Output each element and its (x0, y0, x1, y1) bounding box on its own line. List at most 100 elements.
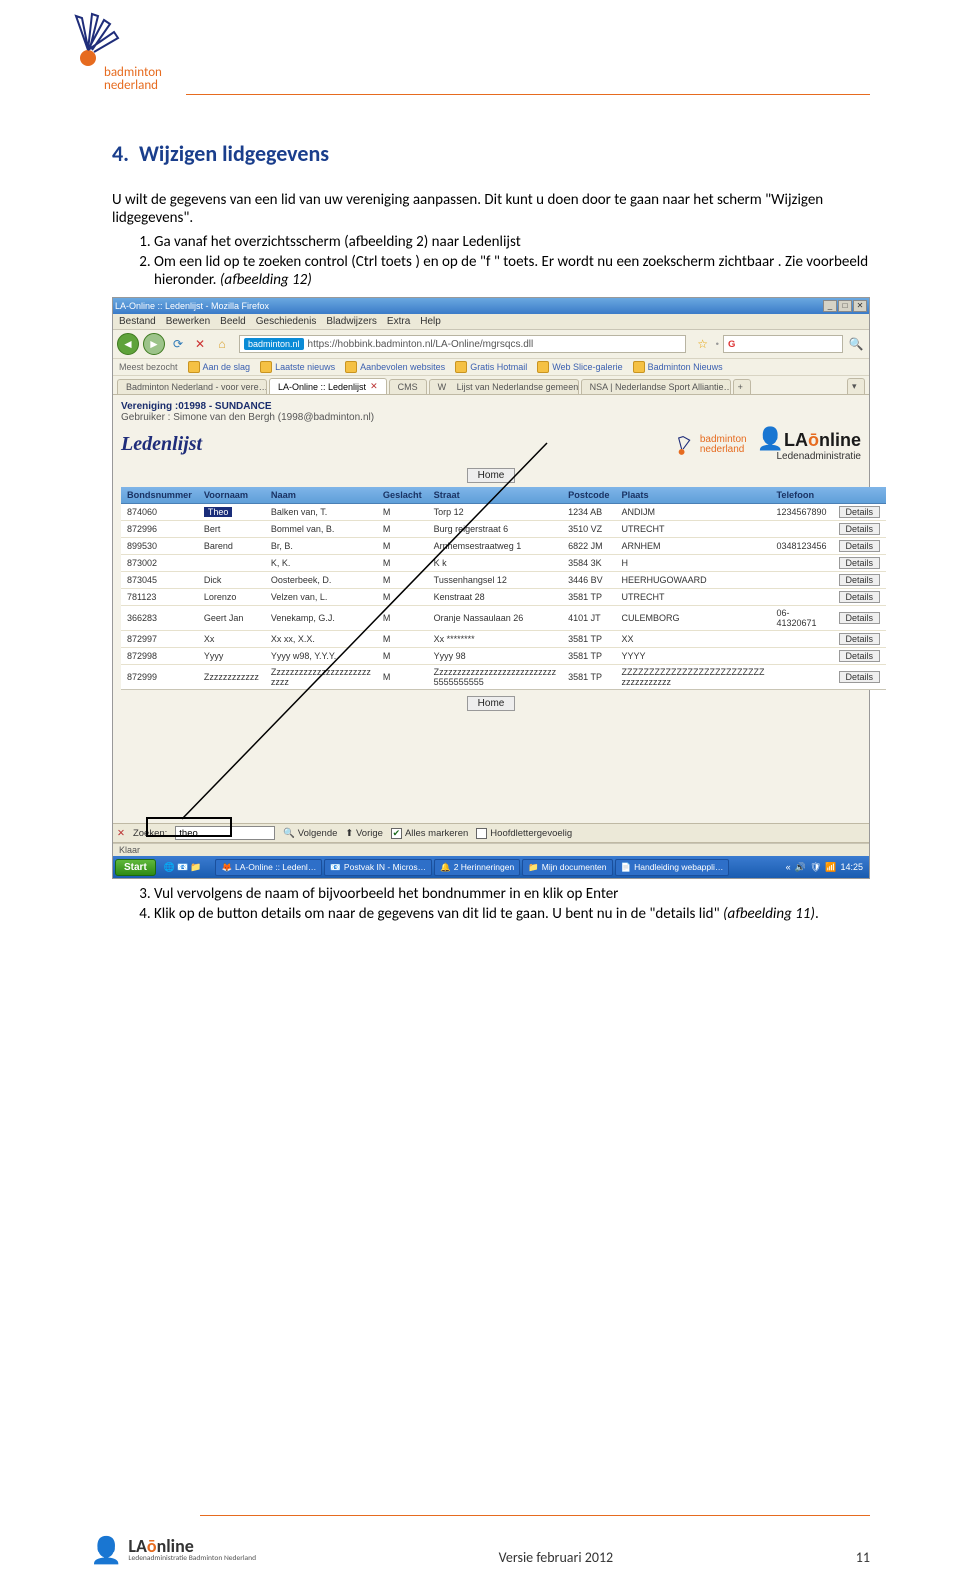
cell-telefoon (770, 555, 832, 572)
vereniging-line: Vereniging :01998 - SUNDANCE (121, 401, 861, 412)
home-icon[interactable]: ⌂ (213, 335, 231, 353)
shuttlecock-icon (675, 434, 697, 456)
tray-icon[interactable]: 🔊 (795, 862, 806, 873)
maximize-icon[interactable]: □ (838, 300, 852, 312)
cell-actions: Details (833, 504, 887, 521)
cell-postcode: 3581 TP (562, 589, 615, 606)
details-button[interactable]: Details (839, 671, 881, 683)
browser-tab[interactable]: W Lijst van Nederlandse gemeente… (429, 379, 579, 394)
details-button[interactable]: Details (839, 650, 881, 662)
cell-postcode: 3581 TP (562, 665, 615, 690)
column-header (833, 487, 887, 504)
menu-item[interactable]: Geschiedenis (256, 316, 317, 327)
match-case-checkbox[interactable]: Hoofdlettergevoelig (476, 828, 572, 839)
la-online-logo: 👤LAōnline Ledenadministratie (757, 427, 861, 462)
step-3: Vul vervolgens de naam of bijvoorbeeld h… (154, 885, 870, 903)
cell-telefoon: 1234567890 (770, 504, 832, 521)
column-header[interactable]: Plaats (616, 487, 771, 504)
findbar-close-icon[interactable]: ✕ (117, 828, 125, 839)
bookmark-item[interactable]: Gratis Hotmail (455, 361, 527, 373)
browser-tab[interactable]: CMS (389, 379, 427, 394)
steps-list-1: Ga vanaf het overzichtsscherm (afbeeldin… (112, 233, 870, 289)
stop-icon[interactable]: ✕ (191, 335, 209, 353)
browser-tab[interactable]: Badminton Nederland - voor vere… (117, 379, 267, 394)
cell-postcode: 4101 JT (562, 606, 615, 631)
address-bar[interactable]: badminton.nl https://hobbink.badminton.n… (239, 335, 686, 353)
taskbar-item[interactable]: 🦊LA-Online :: Ledenl… (215, 859, 322, 876)
bookmark-item[interactable]: Aanbevolen websites (345, 361, 445, 373)
bookmark-item[interactable]: Laatste nieuws (260, 361, 335, 373)
cell-telefoon: 0348123456 (770, 538, 832, 555)
cell-actions: Details (833, 648, 887, 665)
quicklaunch-icon[interactable]: 📁 (190, 862, 201, 873)
tab-list-button[interactable]: ▾ (847, 378, 865, 394)
cell-plaats: UTRECHT (616, 589, 771, 606)
bookmark-item[interactable]: Badminton Nieuws (633, 361, 723, 373)
forward-button[interactable]: ► (143, 333, 165, 355)
cell-plaats: HEERHUGOWAARD (616, 572, 771, 589)
start-button[interactable]: Start (115, 859, 156, 876)
bookmark-item[interactable]: Aan de slag (188, 361, 251, 373)
taskbar-item[interactable]: 📁Mijn documenten (522, 859, 612, 876)
taskbar-item[interactable]: 📄Handleiding webappli… (615, 859, 730, 876)
search-go-icon[interactable]: 🔍 (847, 335, 865, 353)
highlight-all-checkbox[interactable]: ✔Alles markeren (391, 828, 468, 839)
checkbox-icon (476, 828, 487, 839)
reload-icon[interactable]: ⟳ (169, 335, 187, 353)
tray-icon[interactable]: 📶 (825, 862, 836, 873)
menu-item[interactable]: Extra (387, 316, 410, 327)
details-button[interactable]: Details (839, 633, 881, 645)
menu-item[interactable]: Beeld (220, 316, 246, 327)
cell-actions: Details (833, 572, 887, 589)
menu-item[interactable]: Bewerken (166, 316, 210, 327)
bookmark-item[interactable]: Web Slice-galerie (537, 361, 622, 373)
menu-item[interactable]: Bladwijzers (326, 316, 377, 327)
nav-toolbar: ◄ ► ⟳ ✕ ⌂ badminton.nl https://hobbink.b… (113, 330, 869, 359)
find-prev-button[interactable]: ⬆ Vorige (345, 828, 383, 839)
new-tab-button[interactable]: + (733, 379, 751, 394)
details-button[interactable]: Details (839, 523, 881, 535)
browser-tab[interactable]: NSA | Nederlandse Sport Alliantie… (581, 379, 731, 394)
details-button[interactable]: Details (839, 557, 881, 569)
details-button[interactable]: Details (839, 574, 881, 586)
details-button[interactable]: Details (839, 540, 881, 552)
taskbar-item[interactable]: 🔔2 Herinneringen (434, 859, 520, 876)
details-button[interactable]: Details (839, 612, 881, 624)
quicklaunch-icon[interactable]: 🌐 (164, 862, 175, 873)
step-2: Om een lid op te zoeken control (Ctrl to… (154, 253, 870, 289)
column-header[interactable]: Telefoon (770, 487, 832, 504)
quicklaunch-icon[interactable]: 📧 (177, 862, 188, 873)
details-button[interactable]: Details (839, 591, 881, 603)
header-rule (186, 94, 870, 95)
bookmark-star-icon[interactable]: ☆ (694, 337, 712, 351)
checkbox-icon: ✔ (391, 828, 402, 839)
callout-arrow (182, 441, 552, 821)
find-next-button[interactable]: 🔍 Volgende (283, 828, 337, 839)
footer-version: Versie februari 2012 (499, 1549, 614, 1566)
close-icon[interactable]: ✕ (853, 300, 867, 312)
slice-icon (537, 361, 549, 373)
mail-icon (455, 361, 467, 373)
minimize-icon[interactable]: _ (823, 300, 837, 312)
column-header[interactable]: Postcode (562, 487, 615, 504)
section-heading: 4. Wijzigen lidgegevens (112, 140, 870, 167)
cell-plaats: ANDIJM (616, 504, 771, 521)
page-icon (633, 361, 645, 373)
search-box[interactable]: G (723, 335, 843, 353)
gebruiker-line: Gebruiker : Simone van den Bergh (1998@b… (121, 412, 861, 423)
cell-actions: Details (833, 521, 887, 538)
cell-postcode: 6822 JM (562, 538, 615, 555)
tab-close-icon[interactable]: ✕ (370, 381, 378, 392)
tray-icon[interactable]: 🛡 (810, 862, 821, 873)
menu-item[interactable]: Help (420, 316, 441, 327)
taskbar-item[interactable]: 📧Postvak IN - Micros… (324, 859, 432, 876)
cell-plaats: CULEMBORG (616, 606, 771, 631)
brand-logo: badminton nederland (70, 10, 162, 92)
menu-item[interactable]: Bestand (119, 316, 156, 327)
folder-icon (345, 361, 357, 373)
back-button[interactable]: ◄ (117, 333, 139, 355)
details-button[interactable]: Details (839, 506, 881, 518)
browser-tab[interactable]: LA-Online :: Ledenlijst✕ (269, 378, 387, 394)
cell-telefoon: 06-41320671 (770, 606, 832, 631)
tray-chevron-icon[interactable]: « (786, 862, 791, 872)
